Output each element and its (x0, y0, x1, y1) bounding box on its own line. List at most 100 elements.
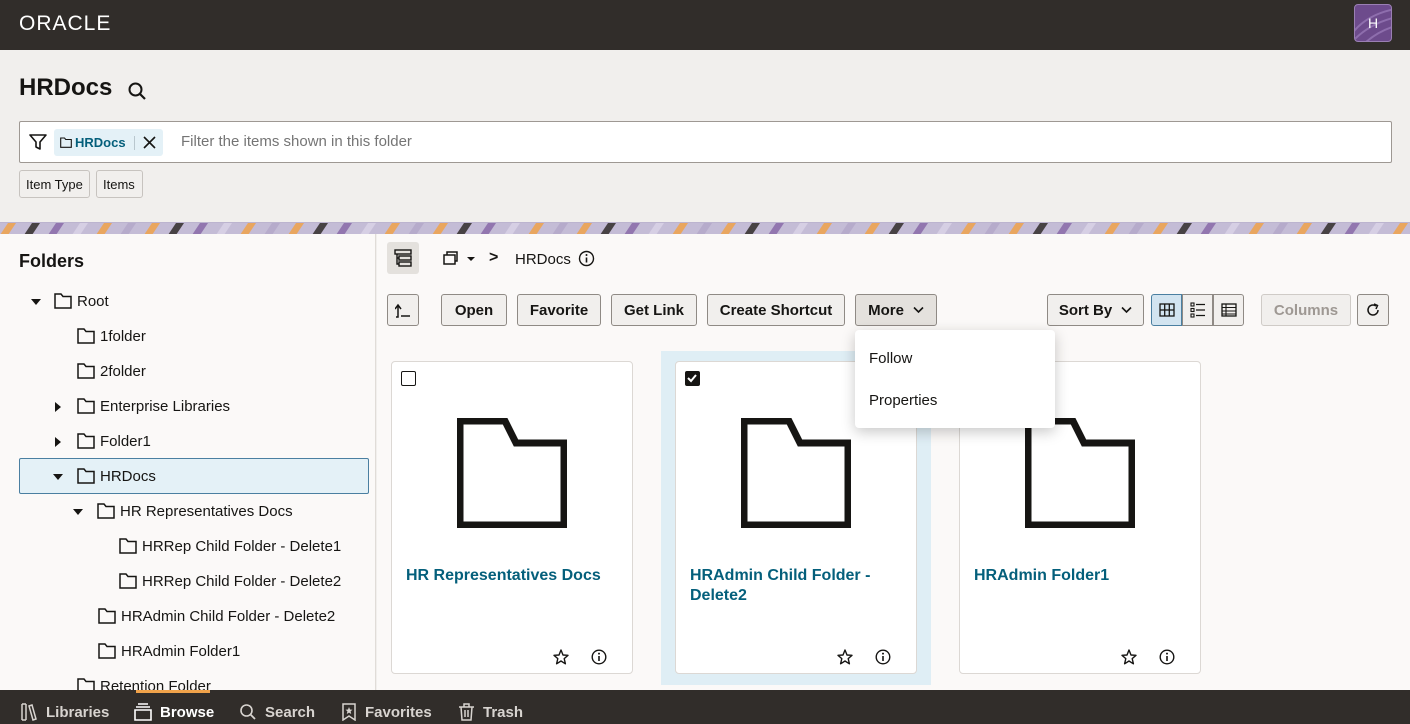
filter-input[interactable] (181, 133, 781, 150)
oracle-logo: ORACLE (19, 12, 112, 35)
tree-node-label: HR Representatives Docs (120, 503, 293, 520)
nav-browse-label: Browse (160, 703, 215, 721)
tree-node-label: 2folder (100, 363, 146, 380)
info-icon[interactable] (1159, 649, 1175, 665)
nav-search-label: Search (265, 703, 316, 721)
refresh-button[interactable] (1357, 294, 1389, 326)
chevron-down-icon (1121, 306, 1132, 314)
nav-trash-label: Trash (483, 703, 524, 721)
folder-icon (77, 468, 95, 484)
columns-button[interactable]: Columns (1261, 294, 1351, 326)
user-avatar[interactable]: H (1354, 4, 1392, 42)
tree-node[interactable]: HRRep Child Folder - Delete1 (0, 529, 376, 564)
page-header: HRDocs HRDocs Item Type Items (0, 50, 1410, 222)
items-tag[interactable]: Items (96, 170, 143, 198)
tree-node[interactable]: Folder1 (0, 424, 376, 459)
folder-icon (77, 398, 95, 414)
tree-node-label: HRRep Child Folder - Delete2 (142, 573, 342, 590)
star-icon[interactable] (1121, 649, 1137, 665)
info-icon[interactable] (875, 649, 891, 665)
tree-node[interactable]: HRDocs (0, 459, 376, 494)
close-icon[interactable] (143, 136, 156, 149)
tree-toggle-button[interactable] (387, 242, 419, 274)
nav-libraries[interactable]: Libraries (20, 703, 109, 721)
tree-node[interactable]: 1folder (0, 319, 376, 354)
favorite-button[interactable]: Favorite (517, 294, 601, 326)
breadcrumb-separator: > (489, 249, 499, 266)
tree-node-label: 1folder (100, 328, 146, 345)
folder-icon (77, 363, 95, 379)
nav-favorites[interactable]: Favorites (341, 703, 432, 721)
caret-right-icon[interactable] (53, 402, 63, 412)
table-view-icon (1220, 303, 1237, 317)
list-view-button[interactable] (1182, 294, 1213, 326)
card-checkbox[interactable] (401, 371, 416, 386)
card-checkbox[interactable] (685, 371, 700, 386)
active-tab-indicator (136, 690, 210, 693)
tree-node-label: Root (77, 293, 109, 310)
tree-node[interactable]: 2folder (0, 354, 376, 389)
folder-icon (77, 328, 95, 344)
checkmark-icon (687, 374, 697, 383)
tree-node[interactable]: Enterprise Libraries (0, 389, 376, 424)
folder-icon (97, 503, 115, 519)
tree-node[interactable]: HRAdmin Folder1 (0, 634, 376, 669)
folder-path-dropdown-icon[interactable] (443, 250, 479, 268)
caret-down-icon[interactable] (31, 297, 41, 307)
hierarchy-icon (394, 249, 412, 267)
tree-node-label: HRAdmin Child Folder - Delete2 (121, 608, 336, 625)
go-up-button[interactable] (387, 294, 419, 326)
card-title[interactable]: HRAdmin Folder1 (974, 566, 1189, 586)
tree-node[interactable]: HRAdmin Child Folder - Delete2 (0, 599, 376, 634)
star-icon[interactable] (553, 649, 569, 665)
create-shortcut-button[interactable]: Create Shortcut (707, 294, 845, 326)
nav-search[interactable]: Search (239, 703, 315, 721)
more-button-label: More (868, 301, 904, 319)
more-menu: Follow Properties (855, 330, 1055, 428)
filter-bar[interactable]: HRDocs (19, 121, 1392, 163)
table-view-button[interactable] (1213, 294, 1244, 326)
tree-node[interactable]: Root (0, 284, 376, 319)
caret-right-icon[interactable] (53, 437, 63, 447)
breadcrumb-current: HRDocs (515, 251, 571, 268)
open-button[interactable]: Open (441, 294, 507, 326)
info-icon[interactable] (578, 250, 595, 267)
star-icon[interactable] (837, 649, 853, 665)
tree-node-label: HRDocs (100, 468, 156, 485)
tree-node-label: Enterprise Libraries (100, 398, 231, 415)
caret-down-icon[interactable] (73, 507, 83, 517)
nav-trash[interactable]: Trash (458, 703, 523, 721)
filter-chip-label: HRDocs (75, 135, 126, 150)
page-title: HRDocs (19, 74, 113, 101)
list-view-icon (1189, 302, 1205, 318)
bottom-navigation: Libraries Browse Search Favorites Trash (0, 690, 1410, 724)
tree-node[interactable]: HR Representatives Docs (0, 494, 376, 529)
card-title[interactable]: HRAdmin Child Folder - Delete2 (690, 566, 905, 606)
search-icon[interactable] (127, 81, 147, 101)
refresh-icon (1367, 303, 1379, 316)
folders-panel: Folders Root 1folder 2folder Enterprise Lib… (0, 234, 376, 695)
go-up-icon (395, 303, 410, 318)
caret-down-icon[interactable] (53, 472, 63, 482)
filter-icon[interactable] (29, 133, 47, 151)
avatar-initial: H (1367, 15, 1379, 31)
get-link-button[interactable]: Get Link (611, 294, 697, 326)
large-folder-icon (741, 418, 851, 528)
sort-by-button[interactable]: Sort By (1047, 294, 1144, 326)
libraries-icon (21, 703, 37, 721)
tree-node[interactable]: HRRep Child Folder - Delete2 (0, 564, 376, 599)
folder-icon (119, 573, 137, 589)
menu-item-properties[interactable]: Properties (869, 392, 937, 409)
item-type-tag[interactable]: Item Type (19, 170, 90, 198)
filter-chip[interactable]: HRDocs (54, 129, 163, 156)
folder-icon (60, 137, 72, 148)
menu-item-follow[interactable]: Follow (869, 350, 912, 367)
grid-view-button[interactable] (1151, 294, 1182, 326)
sort-by-label: Sort By (1058, 301, 1113, 319)
more-button[interactable]: More (855, 294, 937, 326)
nav-browse[interactable]: Browse (134, 703, 214, 721)
info-icon[interactable] (591, 649, 607, 665)
decorative-banner (0, 222, 1410, 234)
card-title[interactable]: HR Representatives Docs (406, 566, 621, 586)
folder-card[interactable]: HR Representatives Docs (391, 361, 633, 674)
